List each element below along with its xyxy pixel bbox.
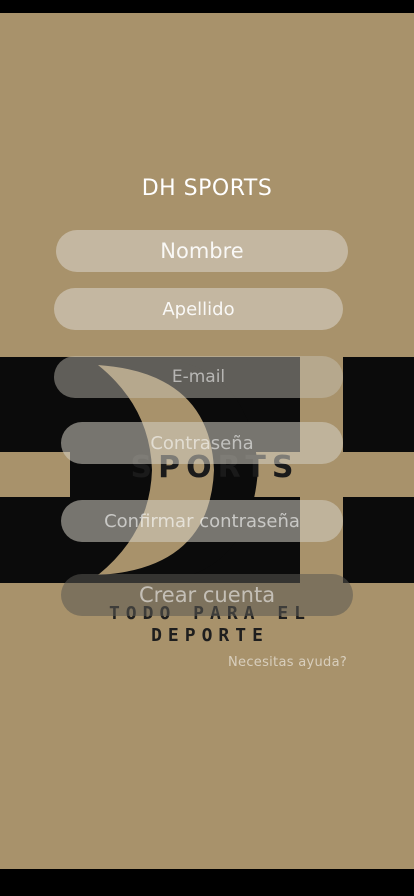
help-link[interactable]: Necesitas ayuda? (228, 655, 347, 670)
create-account-button[interactable]: Crear cuenta (61, 574, 353, 616)
logo-tagline-line-2: DEPORTE (151, 625, 269, 646)
password-field[interactable] (61, 422, 343, 464)
status-bar (0, 0, 414, 13)
last-name-field[interactable] (54, 288, 343, 330)
app-screen: SPORTS TODO PARA EL DEPORTE DH SPORTS Cr… (0, 0, 414, 896)
register-screen: SPORTS TODO PARA EL DEPORTE DH SPORTS Cr… (0, 13, 414, 869)
app-title: DH SPORTS (141, 176, 273, 201)
bottom-bar (0, 869, 414, 896)
first-name-field[interactable] (56, 230, 348, 272)
email-field[interactable] (54, 356, 343, 398)
confirm-password-field[interactable] (61, 500, 343, 542)
